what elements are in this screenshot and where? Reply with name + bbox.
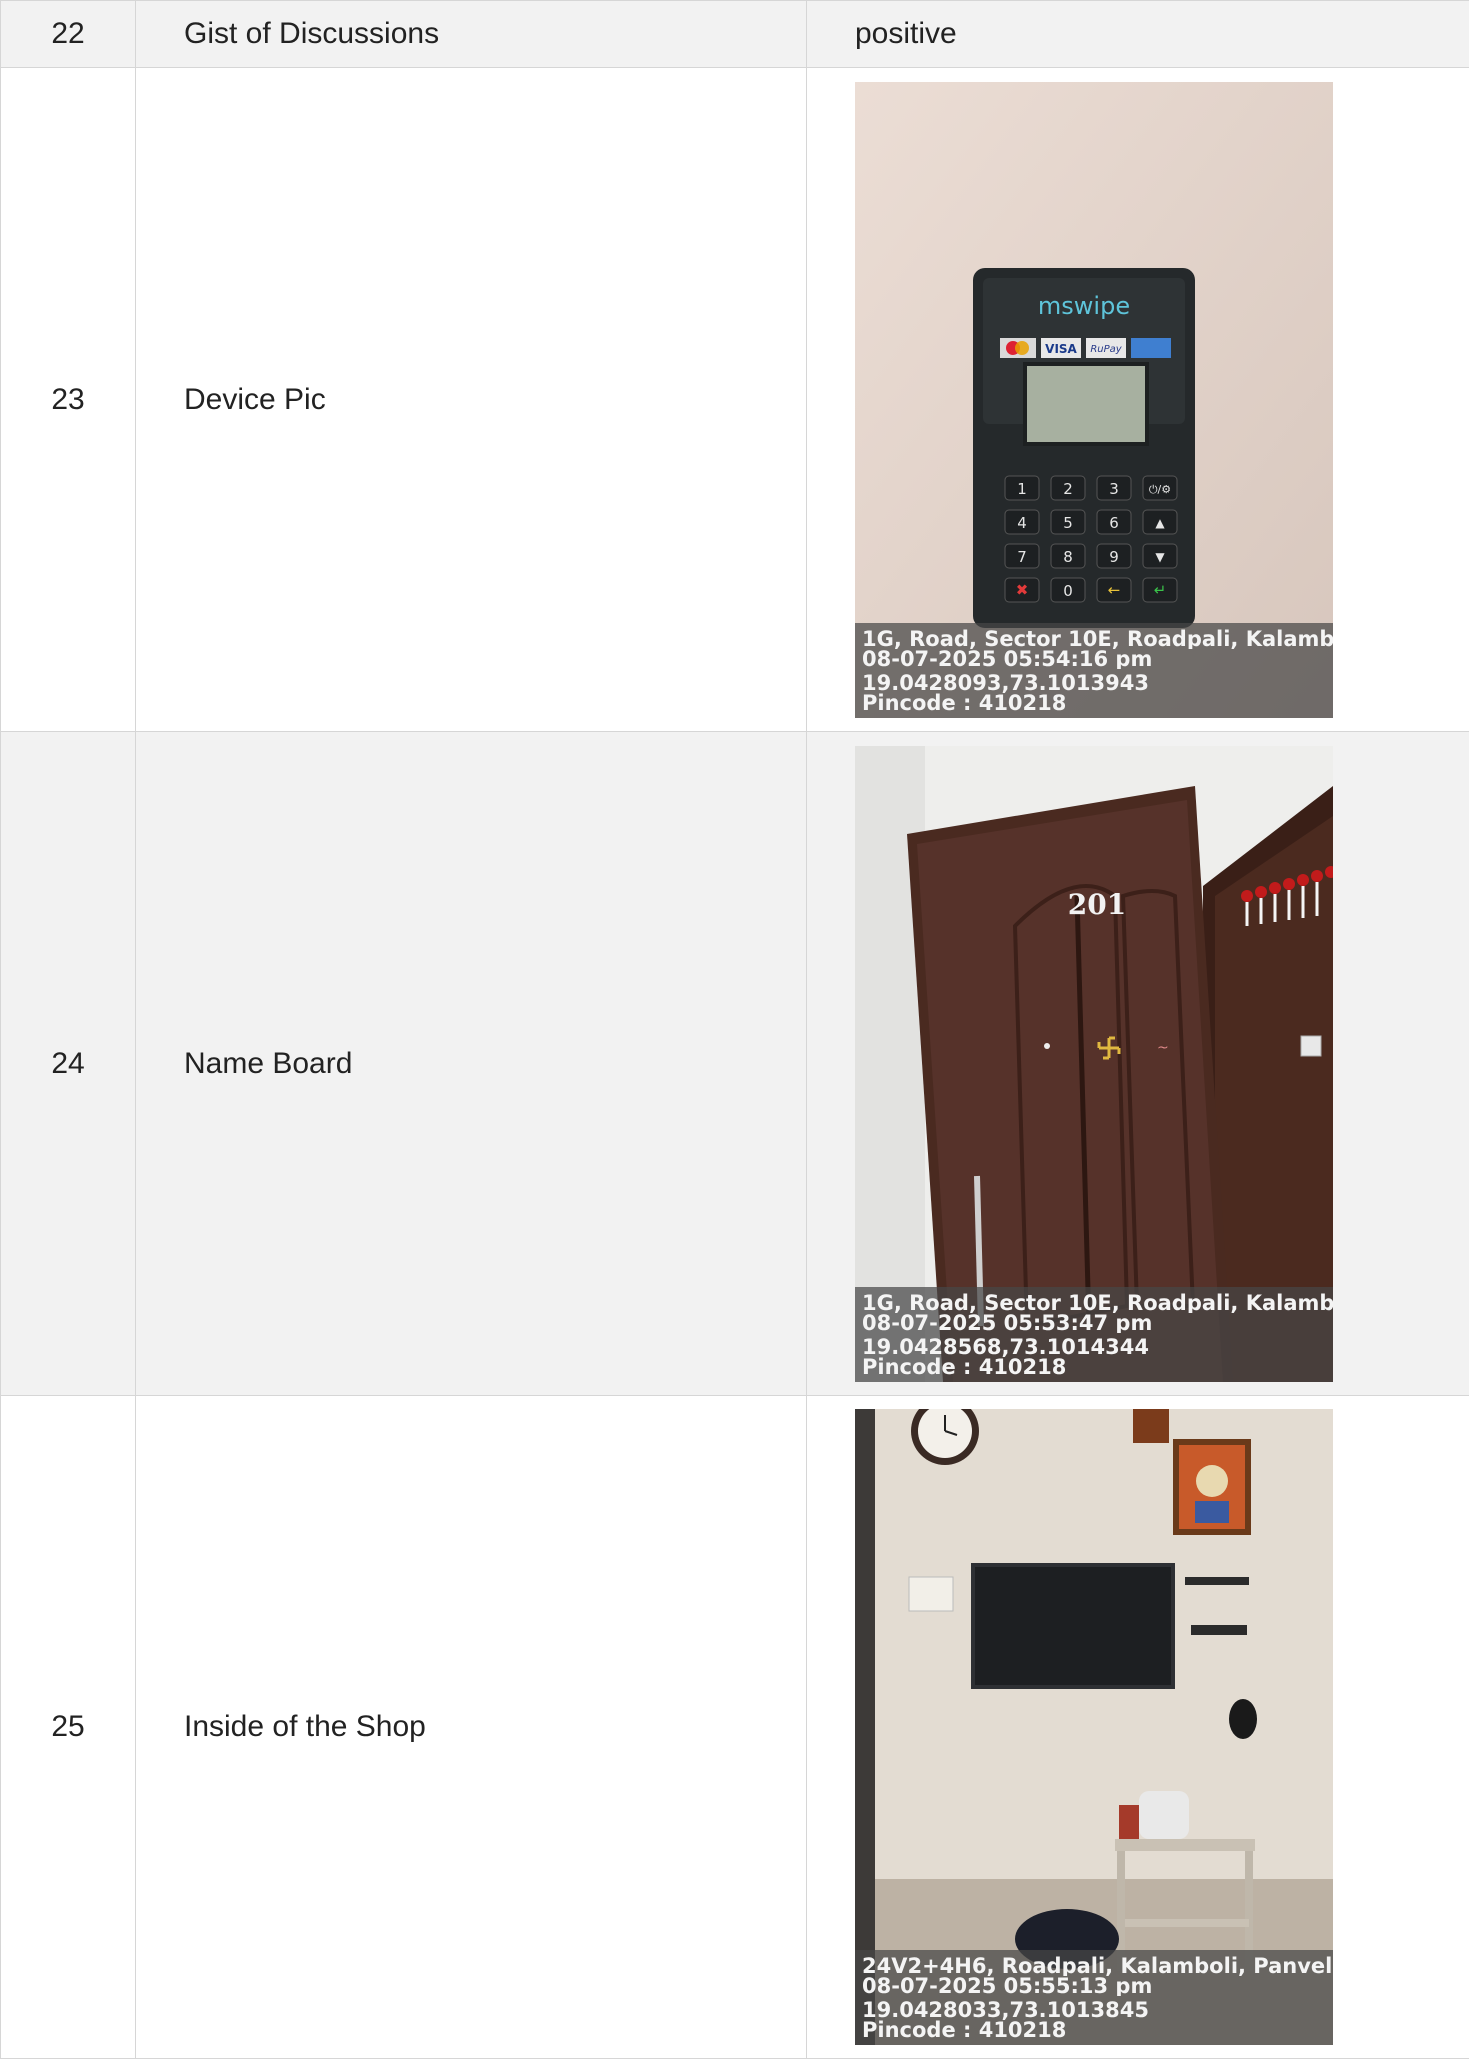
caption-datetime: 08-07-2025 05:54:16 pm	[862, 649, 1333, 669]
row-number: 22	[1, 1, 136, 68]
card-logo-visa: VISA	[1045, 342, 1077, 356]
row-value: positive	[807, 1, 1469, 68]
key: 1	[1017, 480, 1027, 498]
key: ▼	[1155, 550, 1165, 564]
key: ▲	[1155, 516, 1165, 530]
table-row: 22 Gist of Discussions positive	[1, 1, 1469, 68]
card-logo-rupay: RuPay	[1090, 344, 1122, 355]
brand-text: mswipe	[1038, 292, 1130, 320]
key: 7	[1017, 548, 1027, 566]
caption-address: 1G, Road, Sector 10E, Roadpali, Kalambol…	[862, 1293, 1333, 1313]
row-photo-cell: mswipe VISA RuPay 1	[807, 68, 1469, 732]
caption-coordinates: 19.0428568,73.1014344	[862, 1337, 1333, 1357]
decal-icon: ~	[1157, 1040, 1169, 1056]
row-label: Device Pic	[136, 68, 807, 732]
key: 9	[1109, 548, 1119, 566]
row-photo-cell: 24V2+4H6, Roadpali, Kalamboli, Panvel, N…	[807, 1396, 1469, 2059]
key: ✖	[1016, 581, 1029, 599]
row-photo-cell: 201 ~ 1G, Road, Sector 10E, Roadpali, Ka…	[807, 732, 1469, 1396]
caption-pincode: Pincode : 410218	[862, 693, 1333, 713]
caption-address: 24V2+4H6, Roadpali, Kalamboli, Panvel, N…	[862, 1956, 1333, 1976]
caption-pincode: Pincode : 410218	[862, 1357, 1333, 1377]
geotag-caption: 24V2+4H6, Roadpali, Kalamboli, Panvel, N…	[855, 1950, 1333, 2045]
key: 5	[1063, 514, 1073, 532]
row-label: Gist of Discussions	[136, 1, 807, 68]
geotag-caption: 1G, Road, Sector 10E, Roadpali, Kalambol…	[855, 1287, 1333, 1382]
geotag-caption: 1G, Road, Sector 10E, Roadpali, Kalambol…	[855, 623, 1333, 718]
key: 4	[1017, 514, 1027, 532]
caption-datetime: 08-07-2025 05:55:13 pm	[862, 1976, 1333, 1996]
table-row: 24 Name Board	[1, 732, 1469, 1396]
name-board-photo[interactable]: 201 ~ 1G, Road, Sector 10E, Roadpali, Ka…	[855, 746, 1333, 1382]
door-number: 201	[1068, 888, 1126, 921]
table-row: 25 Inside of the Shop	[1, 1396, 1469, 2059]
row-number: 23	[1, 68, 136, 732]
caption-address: 1G, Road, Sector 10E, Roadpali, Kalambol…	[862, 629, 1333, 649]
key: ←	[1108, 581, 1121, 599]
key: 2	[1063, 480, 1073, 498]
shop-interior-photo[interactable]: 24V2+4H6, Roadpali, Kalamboli, Panvel, N…	[855, 1409, 1333, 2045]
row-label: Name Board	[136, 732, 807, 1396]
table-row: 23 Device Pic mswipe	[1, 68, 1469, 732]
key: ↵	[1154, 581, 1167, 599]
row-number: 25	[1, 1396, 136, 2059]
key: 6	[1109, 514, 1119, 532]
key: 8	[1063, 548, 1073, 566]
row-label: Inside of the Shop	[136, 1396, 807, 2059]
caption-coordinates: 19.0428093,73.1013943	[862, 673, 1333, 693]
row-number: 24	[1, 732, 136, 1396]
caption-datetime: 08-07-2025 05:53:47 pm	[862, 1313, 1333, 1333]
key: ⏻/⚙	[1149, 483, 1171, 496]
key: 3	[1109, 480, 1119, 498]
caption-pincode: Pincode : 410218	[862, 2020, 1333, 2040]
caption-coordinates: 19.0428033,73.1013845	[862, 2000, 1333, 2020]
report-table: 22 Gist of Discussions positive 23 Devic…	[0, 0, 1469, 2059]
key: 0	[1063, 582, 1073, 600]
device-photo[interactable]: mswipe VISA RuPay 1	[855, 82, 1333, 718]
